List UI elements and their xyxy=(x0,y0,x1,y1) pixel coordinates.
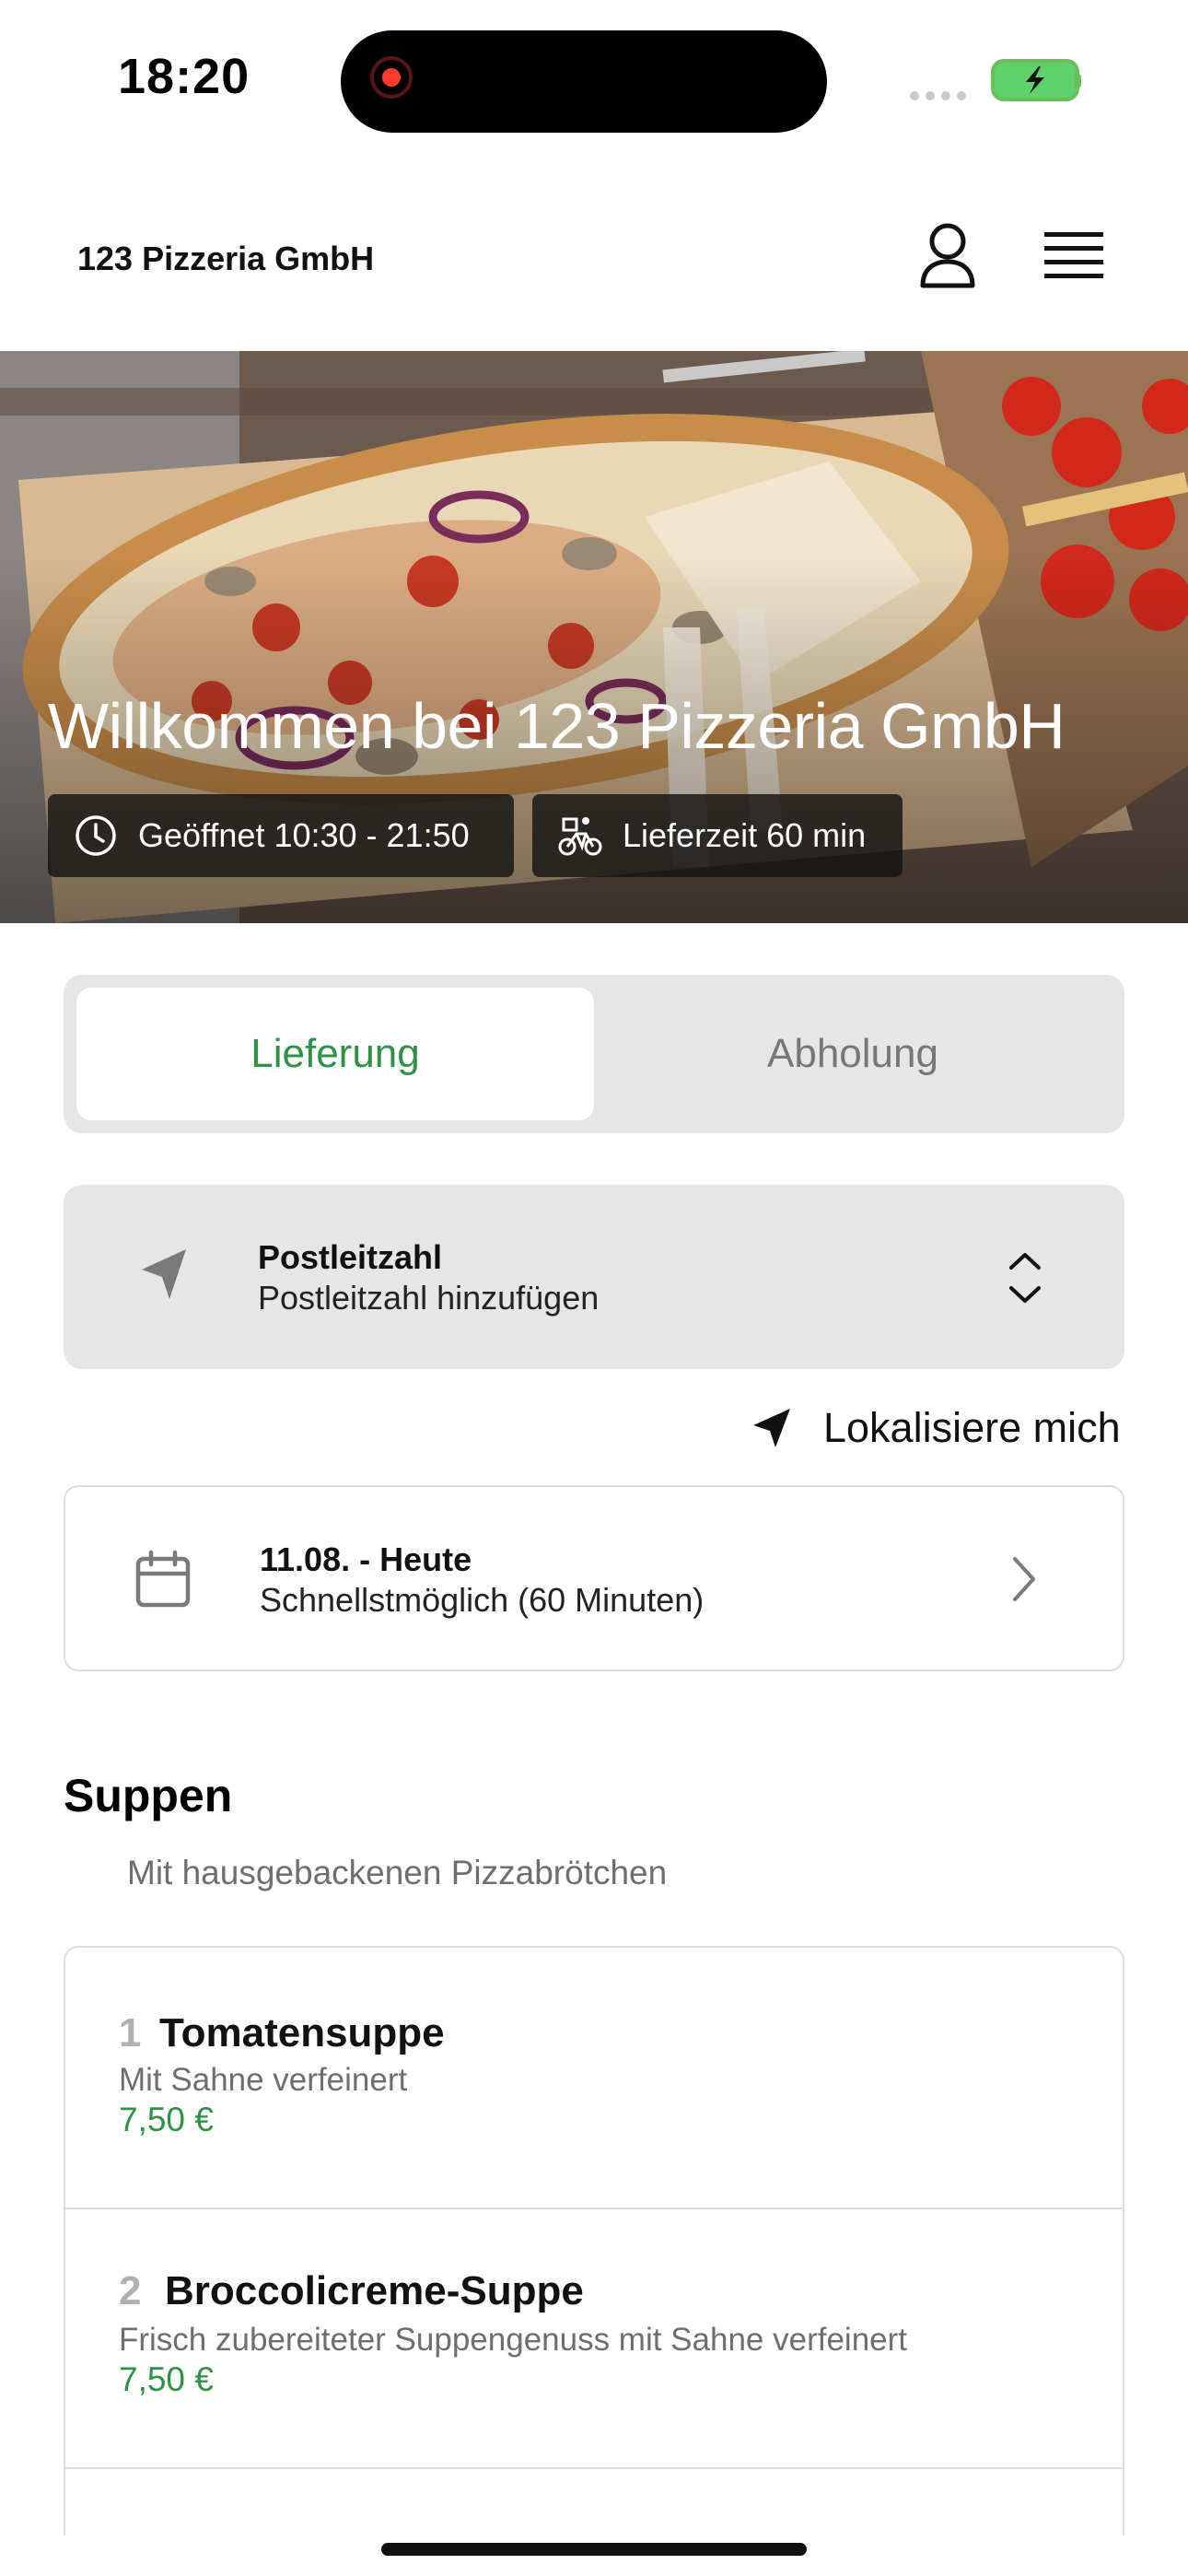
menu-item[interactable]: 2 Broccolicreme-Suppe Frisch zubereitete… xyxy=(65,2209,1123,2467)
menu-item-number: 1 xyxy=(119,2010,142,2055)
delivery-time-badge: Lieferzeit 60 min xyxy=(532,794,903,877)
hamburger-menu-icon[interactable] xyxy=(1044,228,1103,284)
tab-delivery[interactable]: Lieferung xyxy=(76,988,594,1120)
recording-indicator-icon xyxy=(370,56,413,99)
menu-item-name: Tomatensuppe xyxy=(159,2010,445,2055)
opening-hours-text: Geöffnet 10:30 - 21:50 xyxy=(138,816,470,854)
bike-courier-icon xyxy=(558,817,602,856)
divider xyxy=(65,2467,1123,2469)
menu-item-price: 7,50 € xyxy=(119,2360,214,2398)
delivery-schedule-selector[interactable] xyxy=(64,1485,1124,1671)
hero-title: Willkommen bei 123 Pizzeria GmbH xyxy=(48,690,1066,762)
menu-item[interactable]: 1 Tomatensuppe Mit Sahne verfeinert 7,50… xyxy=(65,1948,1123,2207)
battery-icon xyxy=(991,59,1079,101)
battery-tip xyxy=(1074,74,1081,88)
location-arrow-icon xyxy=(142,1249,186,1299)
cellular-signal-icon xyxy=(910,88,973,100)
order-mode-toggle: Lieferung Abholung xyxy=(64,975,1124,1133)
locate-me-label: Lokalisiere mich xyxy=(823,1404,1121,1451)
chevron-right-icon xyxy=(1013,1557,1035,1601)
schedule-time: Schnellstmöglich (60 Minuten) xyxy=(260,1581,705,1619)
clock-icon xyxy=(76,815,116,856)
navigation-arrow-icon xyxy=(753,1409,790,1447)
restaurant-brand[interactable]: 123 Pizzeria GmbH xyxy=(77,240,374,278)
dynamic-island xyxy=(341,30,827,133)
chevron-up-down-icon xyxy=(1009,1253,1041,1303)
menu-item-description: Mit Sahne verfeinert xyxy=(119,2062,408,2098)
user-icon[interactable] xyxy=(917,221,978,291)
menu-item-number: 2 xyxy=(119,2268,142,2313)
menu-item-list: 1 Tomatensuppe Mit Sahne verfeinert 7,50… xyxy=(64,1946,1124,2535)
locate-me-button[interactable]: Lokalisiere mich xyxy=(751,1400,1121,1456)
menu-item-description: Frisch zubereiteter Suppengenuss mit Sah… xyxy=(119,2322,908,2358)
schedule-date: 11.08. - Heute xyxy=(260,1540,472,1578)
delivery-time-text: Lieferzeit 60 min xyxy=(623,816,867,854)
home-indicator[interactable] xyxy=(381,2543,807,2556)
calendar-icon xyxy=(135,1550,191,1608)
postal-code-selector[interactable] xyxy=(64,1185,1124,1369)
category-title: Suppen xyxy=(64,1770,233,1821)
menu-item-name: Broccolicreme-Suppe xyxy=(165,2268,584,2313)
tab-pickup[interactable]: Abholung xyxy=(594,988,1112,1120)
menu-item-price: 7,50 € xyxy=(119,2101,214,2138)
postal-code-label: Postleitzahl xyxy=(258,1238,443,1276)
opening-hours-badge: Geöffnet 10:30 - 21:50 xyxy=(48,794,514,877)
postal-code-placeholder: Postleitzahl hinzufügen xyxy=(258,1279,600,1317)
status-time: 18:20 xyxy=(118,49,250,104)
category-subtitle: Mit hausgebackenen Pizzabrötchen xyxy=(127,1854,668,1891)
